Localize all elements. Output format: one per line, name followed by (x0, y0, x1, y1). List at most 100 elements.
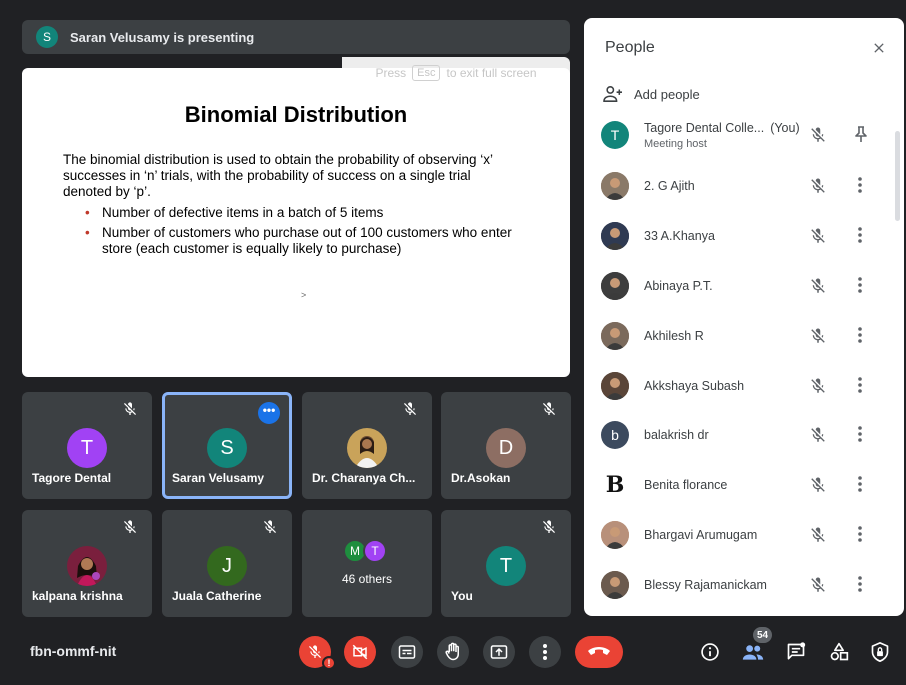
you-label: (You) (770, 121, 800, 135)
participant-row[interactable]: 2. G Ajith (584, 164, 894, 214)
slide-bullet: Number of defective items in a batch of … (85, 205, 523, 221)
avatar-logo: B (601, 471, 629, 499)
avatar-photo (601, 272, 629, 300)
more-vert-icon[interactable] (852, 525, 868, 543)
more-vert-icon[interactable] (852, 226, 868, 244)
others-tile[interactable]: M T 46 others (302, 510, 432, 617)
mic-off-icon[interactable] (809, 526, 827, 544)
participant-row[interactable]: Abinaya P.T. (584, 264, 894, 314)
mic-off-icon[interactable] (809, 377, 827, 395)
avatar-photo (601, 571, 629, 599)
avatar-photo (601, 222, 629, 250)
add-people-label: Add people (634, 86, 700, 102)
avatar: J (207, 546, 247, 586)
more-vert-icon[interactable] (852, 376, 868, 394)
camera-toggle-button[interactable] (344, 636, 376, 668)
mic-off-icon[interactable] (809, 476, 827, 494)
camera-off-icon (352, 644, 368, 660)
scrollbar[interactable] (895, 131, 900, 221)
presenter-text: Saran Velusamy is presenting (70, 29, 255, 45)
chat-icon (787, 642, 806, 660)
captions-button[interactable] (391, 636, 423, 668)
mic-off-icon[interactable] (809, 227, 827, 245)
meeting-details-button[interactable] (698, 640, 722, 664)
pin-icon[interactable] (853, 125, 869, 143)
participant-tile[interactable]: J Juala Catherine (162, 510, 292, 617)
mic-off-icon[interactable] (809, 426, 827, 444)
self-tile[interactable]: T You (441, 510, 571, 617)
more-vert-icon (543, 644, 547, 660)
participant-name-text: Tagore Dental Colle... (644, 121, 765, 135)
participant-tile[interactable]: T Tagore Dental (22, 392, 152, 499)
more-vert-icon[interactable] (852, 575, 868, 593)
participant-name: Tagore Dental (32, 471, 112, 485)
mic-alert-badge: ! (322, 656, 336, 670)
more-vert-icon[interactable] (852, 326, 868, 344)
participant-row[interactable]: Akkshaya Subash (584, 364, 894, 414)
raise-hand-button[interactable] (437, 636, 469, 668)
info-icon (701, 643, 719, 661)
slide-body: The binomial distribution is used to obt… (63, 152, 523, 261)
participant-name: Bhargavi Arumugam (644, 528, 758, 542)
others-count: 46 others (341, 572, 393, 586)
more-options-button[interactable] (529, 636, 561, 668)
chat-button[interactable] (784, 640, 808, 664)
more-vert-icon[interactable] (852, 475, 868, 493)
more-vert-icon[interactable] (852, 276, 868, 294)
participant-tile[interactable]: D Dr.Asokan (441, 392, 571, 499)
participant-row[interactable]: Bhargavi Arumugam (584, 513, 894, 563)
slide-title: Binomial Distribution (184, 102, 408, 127)
close-icon[interactable] (871, 40, 887, 56)
people-panel: People Add people T Tagore Dental Colle..… (584, 18, 904, 616)
participant-name: 33 A.Khanya (644, 229, 715, 243)
participant-row[interactable]: Akhilesh R (584, 314, 894, 364)
mic-off-icon[interactable] (809, 576, 827, 594)
participant-tile[interactable]: kalpana krishna (22, 510, 152, 617)
avatar: D (486, 428, 526, 468)
mic-off-icon (264, 520, 276, 533)
mic-off-icon[interactable] (809, 126, 827, 144)
participant-row[interactable]: b balakrish dr (584, 413, 894, 463)
avatar: S (207, 428, 247, 468)
slide-paragraph: The binomial distribution is used to obt… (63, 152, 493, 199)
people-button[interactable] (741, 640, 765, 664)
hang-up-icon (588, 647, 610, 655)
participant-name: Tagore Dental Colle... (You) (644, 121, 800, 135)
mic-off-icon[interactable] (809, 327, 827, 345)
leave-call-button[interactable] (575, 636, 623, 668)
participant-name: Dr.Asokan (451, 471, 511, 485)
avatar-photo (601, 172, 629, 200)
add-people-button[interactable]: Add people (602, 85, 700, 103)
present-screen-icon (490, 645, 508, 659)
activities-icon (830, 642, 849, 661)
participant-tile[interactable]: Dr. Charanya Ch... (302, 392, 432, 499)
present-screen-button[interactable] (483, 636, 515, 668)
presenter-banner: S Saran Velusamy is presenting (22, 20, 570, 54)
participant-row[interactable]: 33 A.Khanya (584, 214, 894, 264)
activities-button[interactable] (827, 640, 851, 664)
participant-photo (347, 428, 387, 468)
participant-row[interactable]: T Tagore Dental Colle... (You) Meeting host (584, 113, 894, 163)
participant-name: Dr. Charanya Ch... (312, 471, 416, 485)
participant-tile-active-speaker[interactable]: ••• S Saran Velusamy (162, 392, 292, 499)
participant-name: Abinaya P.T. (644, 279, 713, 293)
participant-name: kalpana krishna (32, 589, 123, 603)
avatar: T (486, 546, 526, 586)
people-icon (742, 645, 764, 660)
participant-name: You (451, 589, 473, 603)
participant-name: Benita florance (644, 478, 728, 492)
pointer-cursor: > (301, 290, 307, 300)
more-vert-icon[interactable] (852, 425, 868, 443)
more-options-button[interactable]: ••• (258, 402, 280, 424)
participant-row[interactable]: Blessy Rajamanickam (584, 563, 894, 613)
shield-lock-icon (871, 641, 889, 662)
more-vert-icon[interactable] (852, 176, 868, 194)
raise-hand-icon (445, 642, 459, 661)
mic-off-icon[interactable] (809, 177, 827, 195)
host-controls-button[interactable] (868, 640, 892, 664)
mic-off-icon[interactable] (809, 277, 827, 295)
presenter-avatar: S (36, 26, 58, 48)
participant-row[interactable]: B Benita florance (584, 463, 894, 513)
meeting-code: fbn-ommf-nit (30, 643, 117, 659)
avatar-photo (601, 372, 629, 400)
